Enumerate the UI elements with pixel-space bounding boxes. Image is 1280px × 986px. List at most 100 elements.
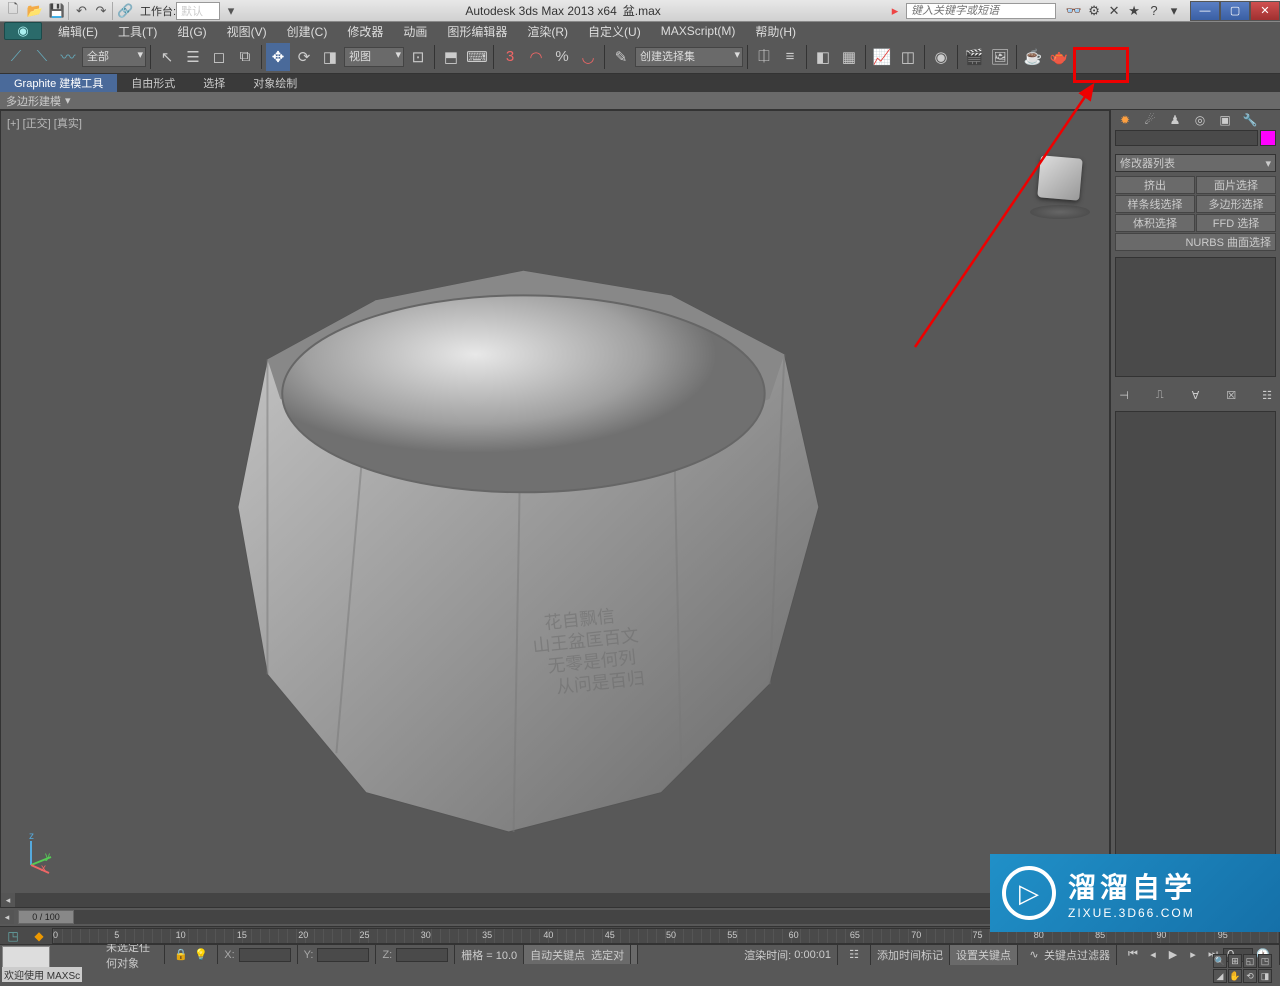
object-color-swatch[interactable] <box>1260 130 1276 146</box>
layer-manager-icon[interactable]: ◧ <box>811 43 835 71</box>
pan-icon[interactable]: ✋ <box>1228 969 1242 983</box>
mod-btn-nurbs[interactable]: NURBS 曲面选择 <box>1115 233 1276 251</box>
help-icon[interactable]: ? <box>1146 3 1162 19</box>
render-icon[interactable]: ☕ <box>1021 43 1045 71</box>
menu-views[interactable]: 视图(V) <box>217 23 277 40</box>
zoom-icon[interactable]: 🔍 <box>1213 954 1227 968</box>
menu-help[interactable]: 帮助(H) <box>745 23 806 40</box>
move-icon[interactable]: ✥ <box>266 43 290 71</box>
prev-frame-icon[interactable]: ◂ <box>1144 947 1162 963</box>
search-arrow-icon[interactable]: ▸ <box>884 2 906 20</box>
lock-selection-icon[interactable]: 🔒 <box>172 947 190 963</box>
link-project-icon[interactable]: 🔗 <box>112 2 134 20</box>
window-crossing-icon[interactable]: ⧉ <box>233 43 257 71</box>
new-file-icon[interactable]: 🗋 <box>2 2 24 20</box>
scale-icon[interactable]: ◨ <box>318 43 342 71</box>
menu-tools[interactable]: 工具(T) <box>108 23 167 40</box>
selset-label[interactable]: 选定对 <box>585 945 631 964</box>
fov-icon[interactable]: ◢ <box>1213 969 1227 983</box>
time-handle[interactable]: 0 / 100 <box>18 910 74 924</box>
render-iterative-icon[interactable]: 🫖 <box>1047 43 1071 71</box>
graphite-toggle-icon[interactable]: ▦ <box>837 43 861 71</box>
mod-btn-splinesel[interactable]: 样条线选择 <box>1115 195 1195 213</box>
select-by-name-icon[interactable]: ☰ <box>181 43 205 71</box>
stack-unique-icon[interactable]: ∀ <box>1187 387 1205 403</box>
ribbon-tab-selection[interactable]: 选择 <box>189 74 239 92</box>
next-frame-icon[interactable]: ▸ <box>1184 947 1202 963</box>
x-input[interactable] <box>239 948 291 962</box>
viewcube[interactable] <box>1025 151 1095 221</box>
rendered-frame-icon[interactable]: 🖼 <box>988 43 1012 71</box>
stack-remove-icon[interactable]: ☒ <box>1222 387 1240 403</box>
dropdown-icon[interactable]: ▾ <box>1166 3 1182 19</box>
undo-icon[interactable]: ↶ <box>68 2 90 20</box>
app-menu-button[interactable]: ◉ <box>4 22 42 40</box>
add-time-marker[interactable]: 添加时间标记 <box>871 945 950 965</box>
viewport[interactable]: [+] [正交] [真实] <box>0 110 1110 908</box>
menu-maxscript[interactable]: MAXScript(M) <box>651 24 746 38</box>
scroll-left-icon[interactable]: ◂ <box>1 893 15 907</box>
edit-named-sel-icon[interactable]: ✎ <box>609 43 633 71</box>
unlink-icon[interactable]: ⟍ <box>30 43 54 71</box>
favorite-icon[interactable]: ★ <box>1126 3 1142 19</box>
curve-editor-icon[interactable]: 📈 <box>870 43 894 71</box>
align-icon[interactable]: ≡ <box>778 43 802 71</box>
pivot-center-icon[interactable]: ⊡ <box>406 43 430 71</box>
menu-customize[interactable]: 自定义(U) <box>578 23 651 40</box>
render-setup-icon[interactable]: 🎬 <box>962 43 986 71</box>
mod-btn-polysel[interactable]: 多边形选择 <box>1196 195 1276 213</box>
goto-start-icon[interactable]: ⏮ <box>1124 947 1142 963</box>
ribbon-tab-graphite[interactable]: Graphite 建模工具 <box>0 74 117 92</box>
search-input[interactable] <box>906 3 1056 19</box>
menu-edit[interactable]: 编辑(E) <box>48 23 108 40</box>
zoom-all-icon[interactable]: ⊞ <box>1228 954 1242 968</box>
trackbar-open-icon[interactable]: ◳ <box>0 928 26 944</box>
menu-create[interactable]: 创建(C) <box>277 23 338 40</box>
maximize-button[interactable]: ▢ <box>1220 1 1250 21</box>
modifier-list-dropdown[interactable]: 修改器列表▾ <box>1115 154 1276 172</box>
tab-motion-icon[interactable]: ◎ <box>1189 112 1211 128</box>
select-manipulate-icon[interactable]: ⬒ <box>439 43 463 71</box>
maximize-viewport-icon[interactable]: ◨ <box>1258 969 1272 983</box>
workspace-dropdown[interactable]: 默认 <box>176 2 220 20</box>
save-file-icon[interactable]: 💾 <box>46 2 68 20</box>
ribbon-sub-panel[interactable]: 多边形建模 <box>0 92 1280 110</box>
menu-graph-editors[interactable]: 图形编辑器 <box>437 23 517 40</box>
tab-modify-icon[interactable]: ☄ <box>1139 112 1161 128</box>
open-file-icon[interactable]: 📂 <box>24 2 46 20</box>
select-object-icon[interactable]: ↖ <box>155 43 179 71</box>
play-icon[interactable]: ▶ <box>1164 947 1182 963</box>
viewport-label[interactable]: [+] [正交] [真实] <box>7 115 82 131</box>
selection-set-dropdown[interactable]: 创建选择集 <box>635 47 743 67</box>
ribbon-tab-paint[interactable]: 对象绘制 <box>239 74 311 92</box>
script-listener-icon[interactable]: ☷ <box>845 947 863 963</box>
select-region-rect-icon[interactable]: ◻ <box>207 43 231 71</box>
isolate-icon[interactable]: 💡 <box>192 947 210 963</box>
close-button[interactable]: ✕ <box>1250 1 1280 21</box>
workspace-arrow-icon[interactable]: ▾ <box>220 2 242 20</box>
mod-btn-ffdsel[interactable]: FFD 选择 <box>1196 214 1276 232</box>
modifier-stack[interactable] <box>1115 257 1276 377</box>
mirror-icon[interactable]: ⎅ <box>752 43 776 71</box>
stack-pin-icon[interactable]: ⊣ <box>1115 387 1133 403</box>
key-filter-button[interactable]: 关键点过滤器 <box>1044 947 1110 963</box>
ref-coord-dropdown[interactable]: 视图 <box>344 47 404 67</box>
trackbar-filter-icon[interactable]: ◆ <box>26 928 52 944</box>
mod-btn-volsel[interactable]: 体积选择 <box>1115 214 1195 232</box>
ribbon-tab-freeform[interactable]: 自由形式 <box>117 74 189 92</box>
tab-hierarchy-icon[interactable]: ♟ <box>1164 112 1186 128</box>
menu-animation[interactable]: 动画 <box>393 23 437 40</box>
minimize-button[interactable]: — <box>1190 1 1220 21</box>
tab-utilities-icon[interactable]: 🔧 <box>1239 112 1261 128</box>
snap-3d-icon[interactable]: 3 <box>498 43 522 71</box>
autokey-button[interactable]: 自动关键点 <box>530 947 585 963</box>
bind-spacewarp-icon[interactable]: 〰 <box>56 43 80 71</box>
mod-btn-extrude[interactable]: 挤出 <box>1115 176 1195 194</box>
spinner-snap-icon[interactable]: ◡ <box>576 43 600 71</box>
key-mode-icon[interactable]: ∿ <box>1025 947 1043 963</box>
z-input[interactable] <box>396 948 448 962</box>
tab-create-icon[interactable]: ✹ <box>1114 112 1136 128</box>
stack-show-icon[interactable]: ⎍ <box>1151 387 1169 403</box>
selection-filter-dropdown[interactable]: 全部 <box>82 47 146 67</box>
mod-btn-facesel[interactable]: 面片选择 <box>1196 176 1276 194</box>
